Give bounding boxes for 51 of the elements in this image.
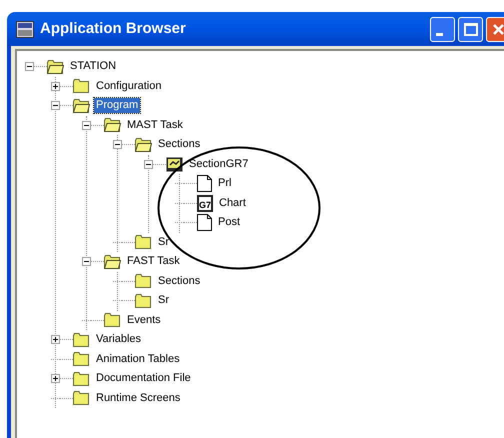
tree-item[interactable]: Sections xyxy=(156,274,202,289)
minimize-button[interactable] xyxy=(430,16,455,42)
open-folder-icon xyxy=(73,98,90,113)
open-folder-icon xyxy=(47,60,64,74)
tree-item[interactable]: Post xyxy=(216,215,242,230)
collapse-toggle[interactable] xyxy=(82,257,91,266)
window-title: Application Browser xyxy=(40,18,186,39)
collapse-toggle[interactable] xyxy=(113,140,122,150)
folder-icon xyxy=(73,391,90,406)
folder-icon xyxy=(104,313,121,328)
section-icon xyxy=(166,156,183,172)
tree-item[interactable]: Runtime Screens xyxy=(94,390,182,406)
collapse-toggle[interactable] xyxy=(144,160,153,169)
folder-icon xyxy=(135,235,152,250)
folder-icon xyxy=(73,332,90,347)
open-folder-icon xyxy=(104,254,121,269)
open-folder-icon xyxy=(104,118,121,132)
tree-item[interactable]: Program xyxy=(94,98,140,114)
collapse-toggle[interactable] xyxy=(51,101,60,110)
collapse-toggle[interactable] xyxy=(25,62,34,72)
tree-item[interactable]: Events xyxy=(125,312,163,328)
folder-icon xyxy=(135,274,152,288)
folder-icon xyxy=(73,372,90,386)
tree-item[interactable]: MAST Task xyxy=(125,118,185,133)
tree-item[interactable]: Sr xyxy=(156,234,171,250)
collapse-toggle[interactable] xyxy=(82,120,91,130)
tree-item[interactable]: Prl xyxy=(216,176,234,192)
tree-item[interactable]: SectionGR7 xyxy=(187,156,250,172)
tree-item[interactable]: Sr xyxy=(156,293,171,308)
page-icon xyxy=(197,175,212,192)
expand-toggle[interactable] xyxy=(51,335,60,344)
tree-item[interactable]: Animation Tables xyxy=(94,352,182,367)
maximize-button[interactable] xyxy=(458,16,483,42)
tree-item[interactable]: STATION xyxy=(68,59,118,74)
tree-item[interactable]: Documentation File xyxy=(94,371,193,386)
tree-item[interactable]: FAST Task xyxy=(125,254,182,270)
folder-icon xyxy=(135,294,152,308)
tree-item[interactable]: Variables xyxy=(94,332,144,348)
expand-toggle[interactable] xyxy=(51,82,60,91)
app-icon xyxy=(16,20,34,38)
tree-item[interactable]: Sections xyxy=(156,137,202,152)
close-button[interactable] xyxy=(486,16,504,42)
page-icon xyxy=(197,214,212,232)
chart-icon: G7 xyxy=(197,194,213,212)
open-folder-icon xyxy=(135,138,152,152)
expand-toggle[interactable] xyxy=(51,374,60,384)
folder-icon xyxy=(73,79,90,94)
tree-item[interactable]: Configuration xyxy=(94,78,164,94)
close-icon xyxy=(492,22,504,36)
folder-icon xyxy=(73,352,90,366)
tree-item[interactable]: Chart xyxy=(217,196,248,211)
